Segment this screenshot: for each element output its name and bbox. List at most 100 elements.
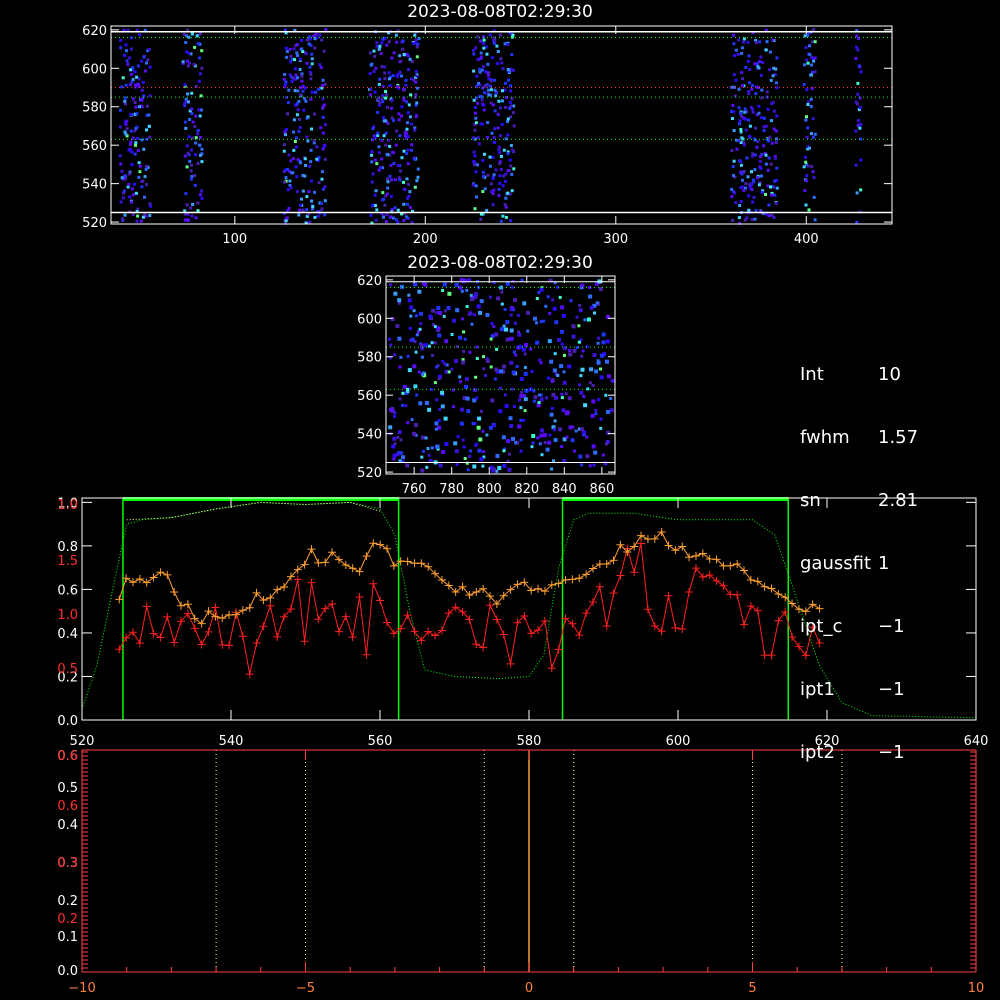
spectrogram-cell: [282, 77, 286, 81]
spectrogram-cell: [499, 369, 504, 374]
spectrogram-cell: [317, 181, 321, 185]
spectrogram-cell: [418, 327, 422, 331]
spectrogram-cell: [442, 282, 447, 287]
spectrogram-cell: [377, 82, 381, 86]
spectrogram-cell: [482, 355, 485, 359]
spectrogram-cell: [492, 467, 496, 471]
spectrogram-cell: [127, 148, 131, 152]
spectrogram-cell: [190, 112, 194, 115]
spectrogram-cell: [741, 77, 745, 81]
spectrogram-cell: [769, 78, 773, 82]
readout-key: ipt_c: [800, 616, 843, 637]
spectrogram-cell: [474, 116, 478, 120]
spectrogram-cell: [402, 98, 406, 102]
spectrogram-cell: [319, 126, 323, 130]
spectrogram-cell: [397, 118, 401, 122]
spectrogram-cell: [539, 397, 544, 402]
spectrogram-cell: [142, 55, 146, 59]
spectrogram-cell: [549, 359, 554, 364]
spectrogram-cell: [408, 57, 412, 61]
spectrogram-cell: [754, 209, 758, 213]
spectrogram-cell: [433, 325, 437, 329]
readout-row: ipt_c −1: [800, 616, 918, 637]
spectrogram-cell: [856, 92, 860, 96]
spectrogram-cell: [491, 177, 495, 181]
spectrogram-cell: [509, 219, 513, 222]
spectrogram-cell: [407, 68, 411, 72]
spectrogram-cell: [806, 61, 810, 65]
spectrogram-cell: [414, 423, 418, 427]
spectrogram-cell: [447, 370, 451, 374]
spectrogram-cell: [540, 453, 544, 457]
spectrogram-cell: [477, 416, 482, 421]
spectrogram-cell: [124, 132, 128, 136]
spectrogram-cell: [760, 88, 764, 92]
spectrogram-cell: [129, 113, 133, 117]
spectrogram-cell: [485, 135, 489, 139]
spectrogram-cell: [855, 45, 859, 49]
spectrogram-cell: [374, 218, 378, 222]
spectrogram-cell: [523, 371, 528, 376]
spectrogram-cell: [284, 133, 287, 137]
spectrogram-cell: [737, 38, 741, 42]
spectrogram-cell: [199, 136, 202, 139]
x-tick-label: 840: [552, 482, 577, 497]
spectrogram-cell: [134, 105, 138, 109]
spectrogram-cell: [141, 80, 145, 84]
spectrogram-cell: [493, 109, 497, 113]
spectrogram-cell: [410, 337, 415, 342]
x-tick-label: 800: [477, 482, 502, 497]
spectrogram-cell: [378, 101, 382, 105]
spectrogram-cell: [462, 330, 466, 334]
spectrogram-cell: [369, 93, 373, 97]
spectrogram-cell: [553, 352, 557, 356]
spectrogram-cell: [505, 320, 510, 325]
spectrogram-cell: [506, 68, 510, 71]
spectrogram-cell: [775, 201, 778, 205]
spectrogram-cell: [479, 457, 484, 462]
spectrogram-cell: [130, 150, 134, 154]
spectrogram-cell: [471, 422, 475, 426]
spectrogram-cell: [570, 438, 575, 443]
spectrogram-cell: [406, 121, 409, 125]
spectrogram-cell: [599, 375, 604, 380]
x-tick-label: 820: [514, 482, 539, 497]
spectrogram-cell: [295, 145, 298, 149]
spectrogram-cell: [119, 46, 123, 50]
spectrogram-cell: [506, 191, 510, 195]
spectrogram-cell: [450, 333, 454, 336]
x-tick-label: 600: [666, 734, 691, 749]
spectrogram-cell: [424, 401, 429, 405]
spectrogram-cell: [535, 340, 540, 345]
spectrogram-cell: [295, 175, 299, 179]
spectrogram-cell: [290, 171, 294, 175]
spectrogram-cell: [740, 84, 744, 88]
spectrogram-cell: [764, 124, 768, 128]
spectrogram-cell: [399, 59, 403, 63]
spectrogram-cell: [415, 393, 419, 397]
spectrogram-cell: [442, 314, 446, 318]
spectrogram-cell: [753, 137, 757, 141]
spectrogram-cell: [124, 43, 128, 47]
spectrogram-cell: [322, 49, 326, 53]
spectrogram-cell: [401, 403, 405, 407]
spectrogram-cell: [186, 212, 190, 216]
spectrogram-cell: [190, 91, 194, 95]
spectrogram-cell: [391, 74, 395, 78]
spectrogram-cell: [501, 184, 505, 188]
spectrogram-cell: [190, 32, 194, 36]
spectrogram-cell: [405, 100, 409, 104]
spectrogram-cell: [399, 169, 403, 173]
spectrogram-cell: [578, 383, 581, 387]
spectrogram-cell: [450, 367, 454, 371]
spectrogram-cell: [191, 203, 195, 206]
spectrogram-cell: [447, 291, 452, 296]
spectrogram-cell: [136, 82, 140, 86]
spectrogram-cell: [298, 126, 302, 129]
spectrogram-cell: [431, 354, 435, 357]
spectrogram-cell: [525, 310, 530, 315]
spectrogram-cell: [510, 53, 514, 57]
spectrogram-cell: [194, 141, 198, 145]
spectrogram-cell: [480, 409, 483, 413]
spectrogram-cell: [382, 116, 385, 120]
